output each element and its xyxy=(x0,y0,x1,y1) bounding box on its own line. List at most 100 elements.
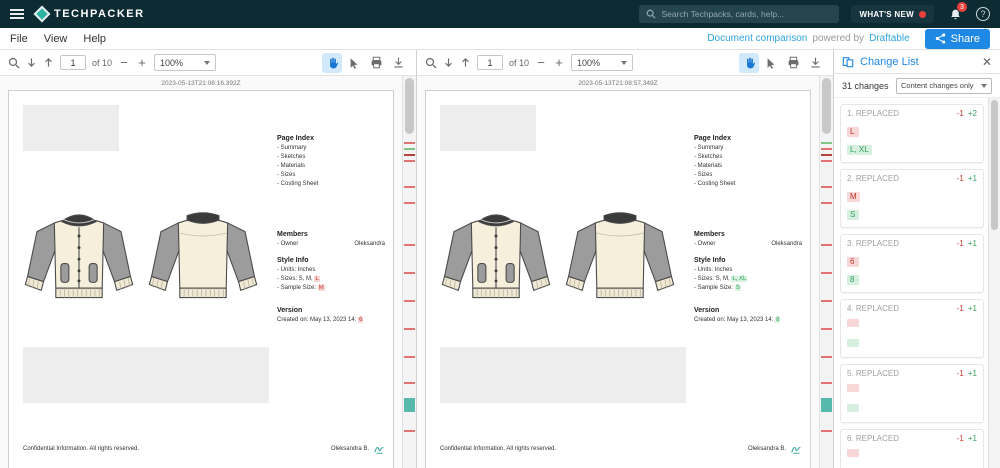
right-document-canvas[interactable]: 2023-05-13T21:08:57.349Z Page Index - Su… xyxy=(417,76,819,468)
change-list-title: Change List xyxy=(860,56,919,68)
changes-filter-select[interactable]: Content changes only xyxy=(896,78,992,94)
select-tool-button[interactable] xyxy=(344,53,364,73)
print-button[interactable] xyxy=(783,53,803,73)
page-index-section: Page Index - Summary - Sketches - Materi… xyxy=(277,135,385,189)
removed-highlight: M xyxy=(318,285,325,291)
zoom-level-select[interactable]: 100% xyxy=(571,54,633,71)
right-doc-scrollbar[interactable] xyxy=(819,76,833,468)
jacket-back-sketch xyxy=(562,185,678,329)
help-button[interactable]: ? xyxy=(976,7,990,21)
version-title: Version xyxy=(277,307,385,314)
pan-tool-button[interactable] xyxy=(739,53,759,73)
notifications-button[interactable]: 3 xyxy=(946,5,964,23)
draftable-link[interactable]: Draftable xyxy=(869,33,910,44)
menu-help[interactable]: Help xyxy=(83,33,106,45)
right-document-viewer: of 10 − + 100% 2023-05-13T21:08:57.349Z xyxy=(417,50,834,468)
pan-tool-button[interactable] xyxy=(322,53,342,73)
techpacker-logo[interactable]: TECHPACKER xyxy=(36,8,145,20)
change-item[interactable]: 2. REPLACED -1 +1 M S xyxy=(840,169,984,228)
download-button[interactable] xyxy=(388,53,408,73)
change-label: 5. REPLACED xyxy=(847,369,953,378)
change-marker xyxy=(821,382,832,384)
change-marker xyxy=(821,160,832,162)
whats-new-button[interactable]: WHAT'S NEW xyxy=(851,5,934,23)
style-info-section: Style Info - Units: Inches - Sizes: S, M… xyxy=(694,257,802,293)
owner-label: - Owner xyxy=(694,240,715,249)
change-item[interactable]: 4. REPLACED -1 +1 xyxy=(840,299,984,358)
change-marker xyxy=(404,300,415,302)
removed-count: -1 xyxy=(957,174,964,183)
new-value xyxy=(847,404,859,412)
page-index-item: - Sketches xyxy=(694,153,802,162)
powered-by-label: powered by xyxy=(812,33,864,44)
chevron-down-icon xyxy=(621,61,627,65)
find-in-document-icon[interactable] xyxy=(8,57,20,69)
changes-count: 31 changes xyxy=(842,81,889,91)
page-footer: Confidential Information. All rights res… xyxy=(440,443,802,455)
change-list-subheader: 31 changes Content changes only xyxy=(834,74,1000,98)
change-item[interactable]: 3. REPLACED -1 +1 6 8 xyxy=(840,234,984,293)
change-marker xyxy=(404,154,415,156)
scrollbar-thumb[interactable] xyxy=(405,78,414,134)
left-doc-page: Page Index - Summary - Sketches - Materi… xyxy=(8,90,394,468)
change-marker xyxy=(821,398,832,412)
added-highlight: S xyxy=(735,285,741,291)
previous-match-icon[interactable] xyxy=(460,57,471,68)
change-list-scroll-area[interactable]: 1. REPLACED -1 +2 L L, XL 2. REPLACED -1… xyxy=(834,98,1000,468)
close-icon[interactable]: ✕ xyxy=(982,56,992,68)
new-value: L, XL xyxy=(847,145,872,155)
change-item[interactable]: 6. REPLACED -1 +1 xyxy=(840,429,984,468)
change-item[interactable]: 5. REPLACED -1 +1 xyxy=(840,364,984,423)
next-match-icon[interactable] xyxy=(26,57,37,68)
next-match-icon[interactable] xyxy=(443,57,454,68)
print-button[interactable] xyxy=(366,53,386,73)
zoom-in-button[interactable]: + xyxy=(136,57,148,69)
share-button[interactable]: Share xyxy=(925,29,990,49)
change-label: 3. REPLACED xyxy=(847,239,953,248)
find-in-document-icon[interactable] xyxy=(425,57,437,69)
change-marker xyxy=(821,142,832,144)
scrollbar-thumb[interactable] xyxy=(822,78,831,134)
page-index-item: - Costing Sheet xyxy=(277,180,385,189)
left-doc-timestamp: 2023-05-13T21:06:16.392Z xyxy=(0,76,402,90)
top-navbar: TECHPACKER Search Techpacks, cards, help… xyxy=(0,0,1000,28)
old-value xyxy=(847,319,859,327)
added-highlight: L, XL xyxy=(731,276,747,282)
previous-match-icon[interactable] xyxy=(43,57,54,68)
select-tool-button[interactable] xyxy=(761,53,781,73)
change-marker xyxy=(404,328,415,330)
chevron-down-icon xyxy=(981,84,987,88)
search-placeholder: Search Techpacks, cards, help... xyxy=(661,9,784,19)
zoom-level-select[interactable]: 100% xyxy=(154,54,216,71)
new-indicator-dot xyxy=(919,11,926,18)
old-value: M xyxy=(847,192,860,202)
change-marker xyxy=(821,186,832,188)
zoom-in-button[interactable]: + xyxy=(553,57,565,69)
hamburger-menu-icon[interactable] xyxy=(10,9,24,19)
scrollbar-thumb[interactable] xyxy=(991,100,998,230)
menu-file[interactable]: File xyxy=(10,33,28,45)
left-document-viewer: of 10 − + 100% 2023-05-13T21:06:16.392Z xyxy=(0,50,417,468)
page-total-label: of 10 xyxy=(92,58,112,68)
download-button[interactable] xyxy=(805,53,825,73)
version-section: Version Created on: May 13, 2023 14: 8 xyxy=(694,307,802,325)
left-doc-scrollbar[interactable] xyxy=(402,76,416,468)
change-item[interactable]: 1. REPLACED -1 +2 L L, XL xyxy=(840,104,984,163)
menu-view[interactable]: View xyxy=(44,33,68,45)
zoom-out-button[interactable]: − xyxy=(118,57,130,69)
global-search-input[interactable]: Search Techpacks, cards, help... xyxy=(639,5,839,23)
signer-name: Oleksandra B. xyxy=(748,446,786,452)
logo-text: TECHPACKER xyxy=(54,8,145,20)
page-number-input[interactable] xyxy=(477,55,503,70)
change-marker xyxy=(404,382,415,384)
zoom-out-button[interactable]: − xyxy=(535,57,547,69)
added-count: +1 xyxy=(968,434,977,443)
removed-count: -1 xyxy=(957,369,964,378)
change-marker xyxy=(404,430,415,432)
confidential-note: Confidential Information. All rights res… xyxy=(440,446,556,452)
change-list-scrollbar[interactable] xyxy=(988,98,1000,468)
page-number-input[interactable] xyxy=(60,55,86,70)
units-line: - Units: Inches xyxy=(277,266,385,275)
removed-count: -1 xyxy=(957,434,964,443)
left-document-canvas[interactable]: 2023-05-13T21:06:16.392Z Page Index - Su… xyxy=(0,76,402,468)
